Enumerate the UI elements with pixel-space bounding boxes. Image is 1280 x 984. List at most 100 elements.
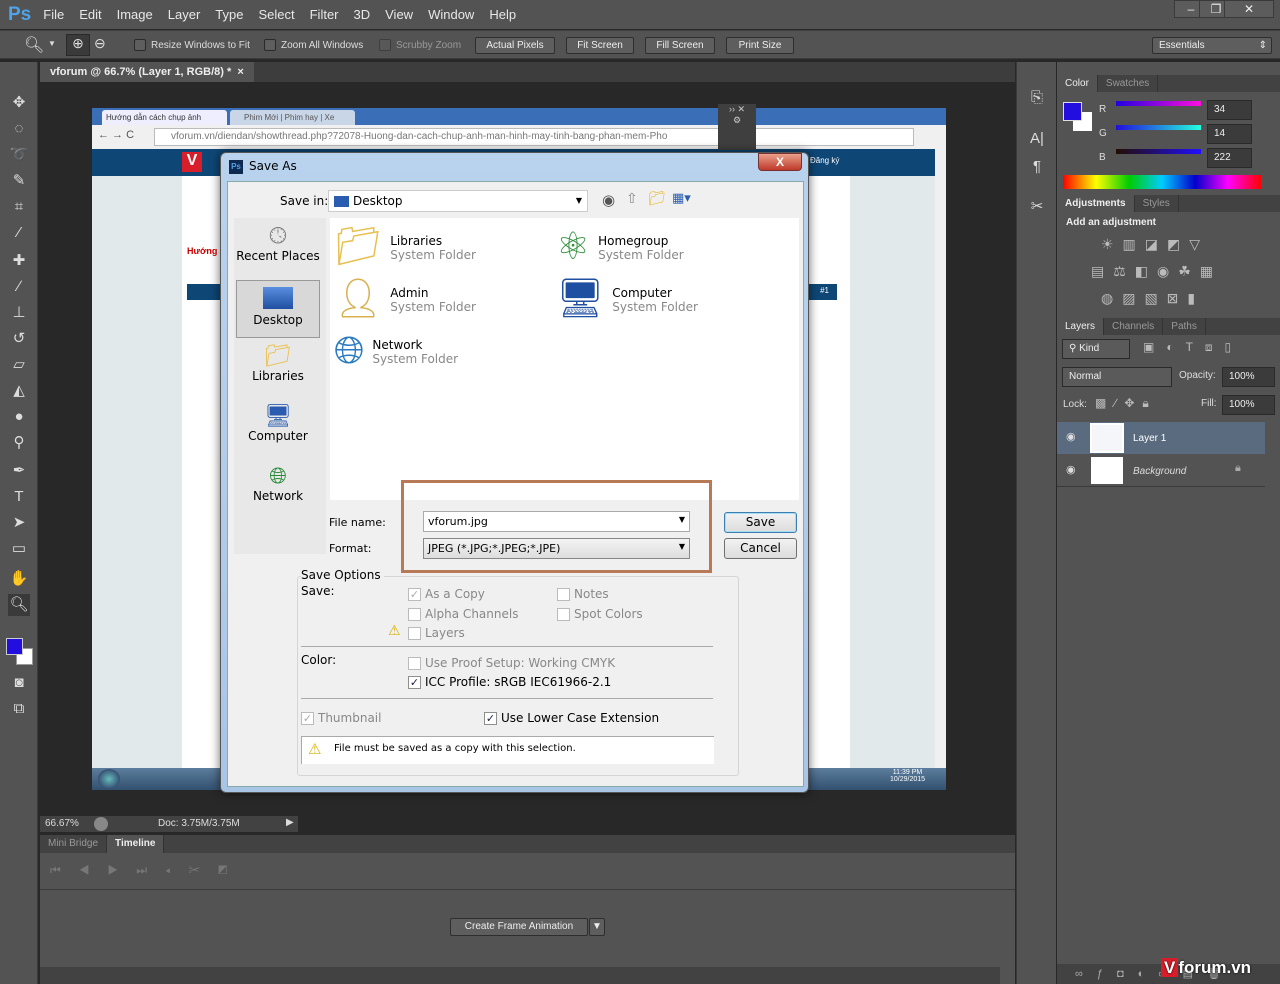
quick-mask-icon[interactable]: ◙ (8, 672, 30, 694)
eyedropper-tool-icon[interactable]: ⁄ (8, 222, 30, 244)
tab-paths[interactable]: Paths (1163, 318, 1206, 335)
menu-file[interactable]: File (43, 7, 64, 22)
save-button[interactable]: Save (724, 512, 797, 533)
brush-tool-icon[interactable]: ∕ (8, 276, 30, 298)
zoom-in-icon[interactable]: ⊕ (66, 34, 90, 56)
chevron-down-icon[interactable]: ▼ (48, 39, 56, 48)
menu-image[interactable]: Image (117, 7, 153, 22)
menu-3d[interactable]: 3D (354, 7, 371, 22)
color-spectrum[interactable] (1063, 175, 1261, 189)
place-desktop[interactable]: Desktop (236, 280, 320, 338)
file-item-computer[interactable]: 🖥︎ Computer System Folder (556, 276, 698, 320)
menu-type[interactable]: Type (215, 7, 243, 22)
place-network[interactable]: 🌐︎ Network (236, 464, 320, 503)
rectangle-tool-icon[interactable]: ▭ (8, 538, 30, 560)
menu-help[interactable]: Help (489, 7, 516, 22)
spot-colors-checkbox[interactable]: Spot Colors (557, 607, 643, 621)
adjustment-icons-row-3[interactable]: ◍▨▧⊠▮ (1101, 290, 1204, 307)
fill-input[interactable]: 100% (1222, 395, 1275, 415)
tab-swatches[interactable]: Swatches (1098, 75, 1159, 92)
save-in-dropdown[interactable]: Desktop ▼ (328, 190, 588, 212)
browser-scrollbar[interactable] (935, 149, 946, 768)
up-folder-icon[interactable]: ⇧ (626, 191, 638, 207)
tab-timeline[interactable]: Timeline (107, 835, 165, 853)
menu-window[interactable]: Window (428, 7, 474, 22)
foreground-color-swatch[interactable] (6, 638, 23, 655)
browser-tab[interactable]: Phim Mới | Phim hay | Xe (230, 110, 355, 125)
move-tool-icon[interactable]: ✥ (8, 92, 30, 114)
history-brush-icon[interactable]: ↺ (8, 328, 30, 350)
notes-checkbox[interactable]: Notes (557, 587, 609, 601)
zoom-level[interactable]: 66.67% (45, 818, 79, 829)
start-button[interactable] (98, 769, 120, 789)
file-item-admin[interactable]: 👤︎ Admin System Folder (334, 276, 476, 320)
scrubby-zoom-checkbox[interactable]: Scrubby Zoom (379, 39, 461, 51)
visibility-eye-icon[interactable]: ◉ (1066, 430, 1076, 443)
create-frame-animation-button[interactable]: Create Frame Animation (450, 918, 588, 936)
status-menu-arrow-icon[interactable]: ▶ (286, 817, 294, 828)
crop-tool-icon[interactable]: ⌗ (8, 196, 30, 218)
dialog-close-button[interactable]: X (758, 153, 802, 171)
close-app-button[interactable]: ✕ (1224, 0, 1274, 18)
zoom-tool-icon[interactable]: 🔍︎ (8, 594, 30, 616)
tool-presets-icon[interactable]: ✂ (1026, 196, 1048, 218)
kind-filter-dropdown[interactable]: ⚲ Kind (1062, 339, 1130, 359)
lock-icons[interactable]: ▩∕✥🔒︎ (1095, 396, 1157, 411)
register-link[interactable]: Đăng ký (810, 156, 839, 165)
zoom-tool-preset-icon[interactable]: 🔍︎ (24, 35, 44, 55)
workspace-dropdown[interactable]: Essentials ⇕ (1152, 37, 1272, 54)
alpha-channels-checkbox[interactable]: Alpha Channels (408, 607, 518, 621)
marquee-tool-icon[interactable]: ◌ (8, 118, 30, 140)
address-bar[interactable]: vforum.vn/diendan/showthread.php?72078-H… (154, 128, 914, 146)
b-slider[interactable] (1116, 149, 1201, 154)
adjustment-icons-row-2[interactable]: ▤⚖◧◉☘▦ (1091, 263, 1222, 280)
blur-tool-icon[interactable]: ● (8, 406, 30, 428)
menu-view[interactable]: View (385, 7, 413, 22)
document-tab[interactable]: vforum @ 66.7% (Layer 1, RGB/8) * × (40, 62, 254, 82)
menu-layer[interactable]: Layer (168, 7, 201, 22)
g-value-input[interactable]: 14 (1207, 124, 1252, 144)
place-computer[interactable]: 🖥︎ Computer (236, 404, 320, 443)
file-item-homegroup[interactable]: ⚛ Homegroup System Folder (556, 224, 684, 268)
tab-styles[interactable]: Styles (1135, 195, 1179, 212)
layer-row-layer-1[interactable]: ◉ Layer 1 (1057, 422, 1265, 454)
foreground-color[interactable] (1063, 102, 1082, 121)
g-slider[interactable] (1116, 125, 1201, 130)
layers-checkbox[interactable]: Layers (408, 626, 465, 640)
print-size-button[interactable]: Print Size (726, 37, 794, 54)
thumbnail-checkbox[interactable]: ✓ Thumbnail (301, 711, 381, 725)
fill-screen-button[interactable]: Fill Screen (645, 37, 715, 54)
animation-dropdown-icon[interactable]: ▼ (589, 918, 605, 936)
actual-pixels-button[interactable]: Actual Pixels (475, 37, 555, 54)
paragraph-panel-icon[interactable]: ¶ (1026, 156, 1048, 178)
cancel-button[interactable]: Cancel (724, 538, 797, 559)
paint-bucket-icon[interactable]: ◭ (8, 380, 30, 402)
tab-mini-bridge[interactable]: Mini Bridge (40, 835, 108, 853)
hand-tool-icon[interactable]: ✋ (8, 568, 30, 590)
view-menu-icon[interactable]: ▦▾ (672, 191, 691, 206)
r-slider[interactable] (1116, 101, 1201, 106)
lower-case-extension-checkbox[interactable]: ✓ Use Lower Case Extension (484, 711, 659, 725)
adjustment-icons-row-1[interactable]: ☀▥◪◩▽ (1101, 236, 1209, 253)
tab-channels[interactable]: Channels (1104, 318, 1164, 335)
place-recent-places[interactable]: 🕓︎ Recent Places (236, 224, 320, 263)
healing-tool-icon[interactable]: ✚ (8, 250, 30, 272)
tab-layers[interactable]: Layers (1057, 318, 1105, 335)
eraser-tool-icon[interactable]: ▱ (8, 354, 30, 376)
layer-row-background[interactable]: ◉ Background 🔒︎ (1057, 455, 1265, 487)
layer-filter-icons[interactable]: ▣◐T⧈▯ (1143, 340, 1243, 355)
playback-controls[interactable]: ⏮◀▶⏭◂✂◩ (50, 863, 246, 878)
proof-setup-checkbox[interactable]: Use Proof Setup: Working CMYK (408, 656, 615, 670)
tab-color[interactable]: Color (1057, 75, 1098, 92)
fit-screen-button[interactable]: Fit Screen (566, 37, 634, 54)
path-select-icon[interactable]: ➤ (8, 512, 30, 534)
menu-edit[interactable]: Edit (79, 7, 101, 22)
menu-filter[interactable]: Filter (310, 7, 339, 22)
screen-mode-icon[interactable]: ⧉ (8, 698, 30, 720)
type-tool-icon[interactable]: T (8, 486, 30, 508)
character-panel-icon[interactable]: A| (1026, 128, 1048, 150)
opacity-input[interactable]: 100% (1222, 367, 1275, 387)
resize-windows-checkbox[interactable]: Resize Windows to Fit (134, 39, 250, 51)
tab-adjustments[interactable]: Adjustments (1057, 195, 1135, 212)
browser-tab[interactable]: Hướng dẫn cách chụp ảnh (102, 110, 227, 125)
